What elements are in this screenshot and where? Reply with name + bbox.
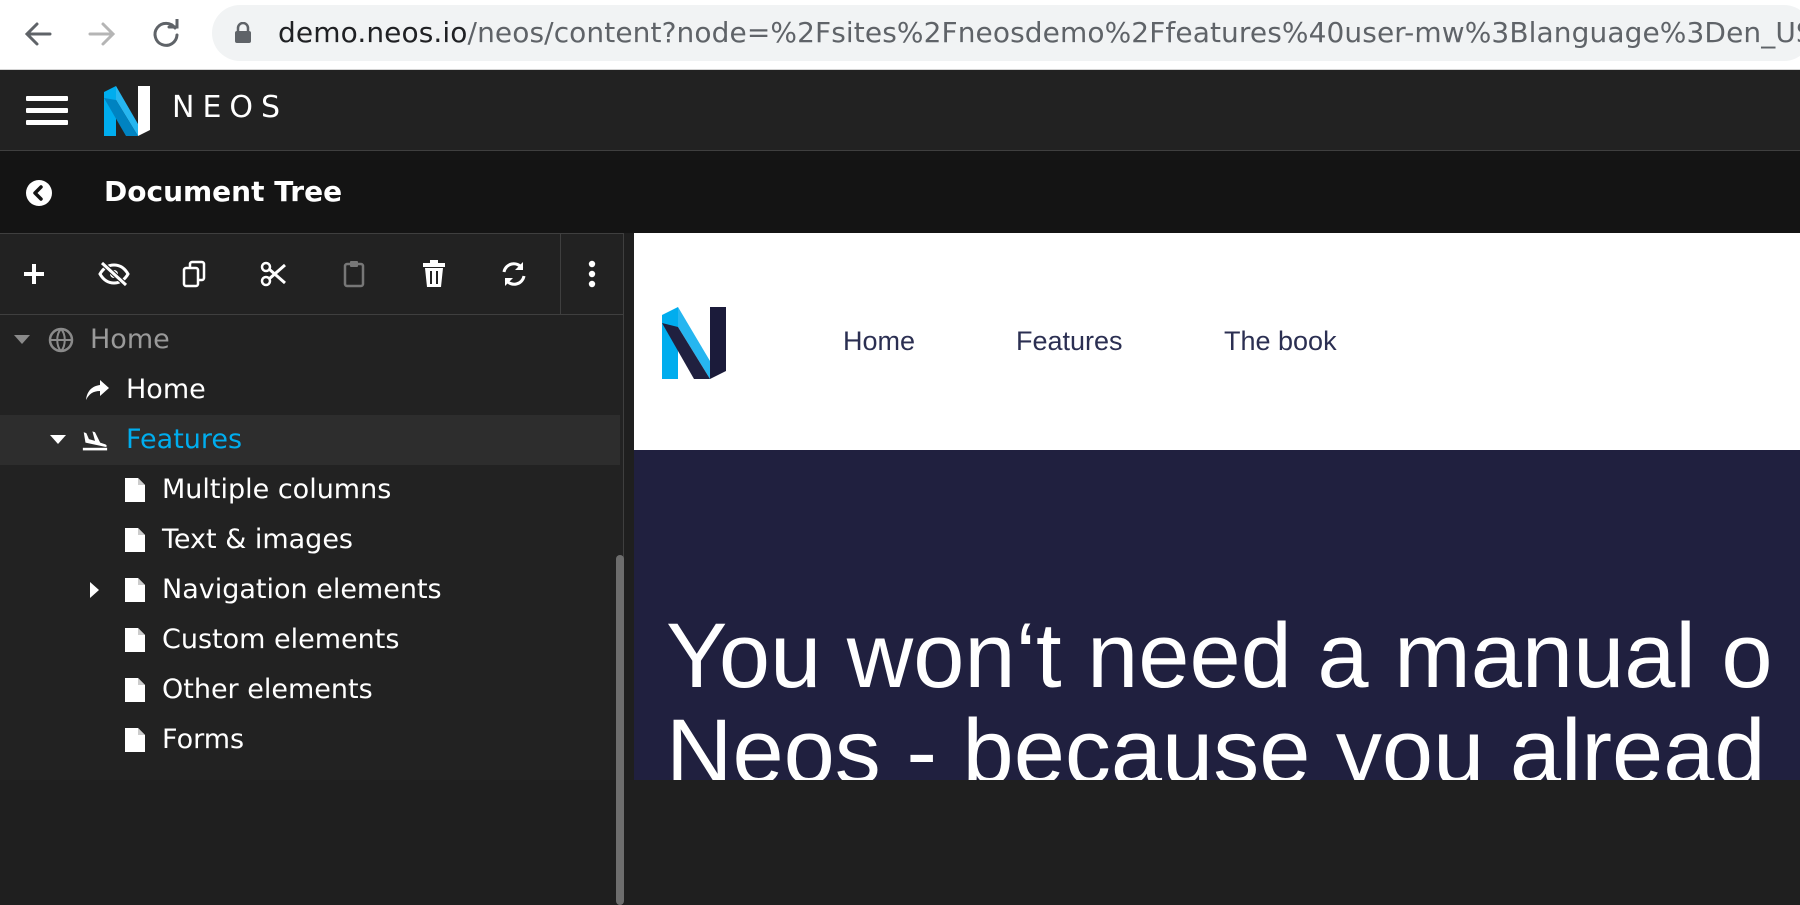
tree-node-features[interactable]: Features — [0, 415, 620, 465]
site-header: Home Features The book — [634, 233, 1800, 450]
main-menu-button[interactable] — [20, 90, 72, 130]
document-tree: Home Home Features Multiple columns Text… — [0, 315, 620, 780]
tree-node-label: Features — [126, 424, 243, 455]
file-icon — [125, 628, 145, 652]
tree-node-label: Other elements — [162, 674, 373, 705]
browser-toolbar: demo.neos.io/neos/content?node=%2Fsites%… — [0, 0, 1800, 70]
more-options-button[interactable] — [552, 234, 632, 314]
paste-node-button[interactable] — [314, 234, 394, 314]
tree-node-home-shortcut[interactable]: Home — [0, 365, 620, 415]
tree-node-other-elements[interactable]: Other elements — [0, 665, 620, 715]
tree-node-label: Navigation elements — [162, 574, 442, 605]
eye-slash-icon — [98, 261, 130, 287]
tree-node-label: Home — [126, 374, 206, 405]
tree-node-label: Home — [90, 324, 170, 355]
tree-node-label: Multiple columns — [162, 474, 392, 505]
site-nav-home[interactable]: Home — [843, 233, 915, 450]
caret-right-icon[interactable] — [88, 582, 100, 598]
hero-title: You won‘t need a manual o Neos - because… — [666, 608, 1800, 780]
neos-logo-icon — [104, 86, 150, 136]
refresh-icon — [502, 262, 526, 286]
hero-title-line-2: Neos - because you alread — [666, 701, 1766, 780]
tree-node-label: Text & images — [162, 524, 353, 555]
tree-node-home-root[interactable]: Home — [0, 315, 620, 365]
trash-icon — [423, 260, 445, 287]
tree-node-navigation-elements[interactable]: Navigation elements — [0, 565, 620, 615]
panel-title: Document Tree — [104, 175, 343, 208]
copy-icon — [182, 260, 206, 288]
file-icon — [125, 678, 145, 702]
neos-top-bar: NEOS — [0, 70, 1800, 151]
reload-icon — [153, 19, 179, 47]
tree-node-text-images[interactable]: Text & images — [0, 515, 620, 565]
tree-node-forms[interactable]: Forms — [0, 715, 620, 765]
arrow-right-icon — [88, 22, 116, 46]
cut-node-button[interactable] — [234, 234, 314, 314]
caret-down-icon[interactable] — [50, 433, 66, 445]
tree-toolbar — [0, 233, 624, 315]
content-preview: Home Features The book You won‘t need a … — [634, 233, 1800, 780]
reload-button[interactable] — [144, 12, 188, 56]
chevron-left-icon — [33, 185, 43, 201]
site-nav-features[interactable]: Features — [1016, 233, 1123, 450]
file-icon — [125, 728, 145, 752]
plus-icon — [24, 264, 44, 284]
document-tree-header: Document Tree — [0, 151, 1800, 233]
hero-section: You won‘t need a manual o Neos - because… — [634, 450, 1800, 780]
share-icon — [86, 380, 109, 400]
site-logo-icon[interactable] — [662, 307, 726, 379]
file-icon — [125, 478, 145, 502]
delete-node-button[interactable] — [394, 234, 474, 314]
lock-icon — [235, 22, 251, 43]
tree-node-multiple-columns[interactable]: Multiple columns — [0, 465, 620, 515]
back-button[interactable] — [16, 12, 60, 56]
add-node-button[interactable] — [0, 234, 74, 314]
refresh-tree-button[interactable] — [474, 234, 554, 314]
site-nav-the-book[interactable]: The book — [1224, 233, 1337, 450]
hero-title-line-1: You won‘t need a manual o — [666, 605, 1773, 707]
url-text: demo.neos.io/neos/content?node=%2Fsites%… — [278, 5, 1800, 61]
tree-node-label: Custom elements — [162, 624, 400, 655]
ellipsis-vertical-icon — [588, 260, 596, 288]
globe-icon — [48, 327, 74, 353]
url-path: /neos/content?node=%2Fsites%2Fneosdemo%2… — [467, 16, 1800, 49]
forward-button[interactable] — [80, 12, 124, 56]
tree-node-label: Forms — [162, 724, 245, 755]
copy-node-button[interactable] — [154, 234, 234, 314]
tree-node-custom-elements[interactable]: Custom elements — [0, 615, 620, 665]
file-icon — [125, 528, 145, 552]
hamburger-icon — [26, 96, 68, 101]
arrow-left-icon — [24, 22, 52, 46]
caret-down-icon[interactable] — [14, 333, 30, 345]
document-tree-sidebar: Home Home Features Multiple columns Text… — [0, 233, 624, 905]
plane-landing-icon — [82, 431, 108, 451]
file-icon — [125, 578, 145, 602]
scissors-icon — [260, 261, 286, 287]
url-domain: demo.neos.io — [278, 16, 468, 49]
tree-scrollbar[interactable] — [616, 555, 624, 905]
clipboard-icon — [343, 261, 365, 288]
address-bar[interactable]: demo.neos.io/neos/content?node=%2Fsites%… — [212, 5, 1800, 61]
collapse-panel-button[interactable] — [26, 180, 52, 206]
hide-node-button[interactable] — [74, 234, 154, 314]
neos-brand: NEOS — [172, 90, 289, 125]
